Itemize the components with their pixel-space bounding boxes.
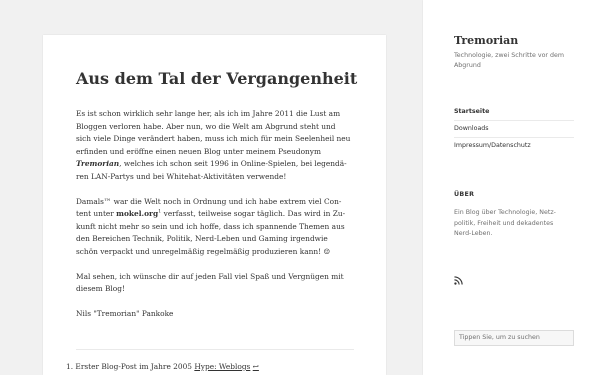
text-line: diesem Blog! <box>76 284 125 293</box>
text-line: Bloggen verloren habe. Aber nun, wo die … <box>76 121 336 131</box>
text-line: kunft nicht mehr so sein und ich hoffe, … <box>76 221 345 231</box>
footnotes-separator <box>76 349 354 350</box>
paragraph-intro: Es ist schon wirklich sehr lange her, al… <box>76 108 356 183</box>
text-line: schön verpackt und unregelmäßig regelmäß… <box>76 246 331 256</box>
footnote-text: Erster Blog-Post im Jahre 2005 <box>75 362 195 371</box>
text-line: erfinden und eröffne einen neuen Blog un… <box>76 146 321 156</box>
text-line: ren LAN-Partys und bei Whitehat-Aktivitä… <box>76 171 287 181</box>
text-line: tent unter mokel.org1 verfasst, teilweis… <box>76 208 356 221</box>
nav-item-impressum[interactable]: Impressum/Datenschutz <box>454 137 574 154</box>
post-title: Aus dem Tal der Vergangenheit <box>76 69 358 88</box>
text-line: Tremorian, welches ich schon seit 1996 i… <box>76 158 356 171</box>
text-line: Es ist schon wirklich sehr lange her, al… <box>76 109 341 118</box>
footnote-link[interactable]: Hype: Weblogs <box>194 362 250 371</box>
footnotes: 1. Erster Blog-Post im Jahre 2005 Hype: … <box>66 362 356 371</box>
paragraph-history: Damals™ war die Welt noch in Ordnung und… <box>76 196 356 259</box>
footnote-number: 1. <box>66 362 74 371</box>
text-fragment: tent unter <box>76 209 117 218</box>
text-line: den Bereichen Technik, Politik, Nerd-Leb… <box>76 234 328 243</box>
main-navigation: Startseite Downloads Impressum/Datenschu… <box>454 104 574 154</box>
return-arrow-icon[interactable]: ↩ <box>253 362 259 371</box>
paragraph-closing: Mal sehen, ich wünsche dir auf jeden Fal… <box>76 271 356 296</box>
site-title[interactable]: Tremorian <box>454 34 518 47</box>
search-input[interactable] <box>454 330 574 346</box>
post-body: Es ist schon wirklich sehr lange her, al… <box>76 108 356 333</box>
about-widget-text: Ein Blog über Technologie, Netz­politik,… <box>454 209 556 237</box>
sidebar: Tremorian Technologie, zwei Schritte vor… <box>423 0 600 375</box>
text-line: Damals™ war die Welt noch in Ordnung und… <box>76 196 342 206</box>
signature: Nils "Tremorian" Pankoke <box>76 309 174 318</box>
text-fragment: , welches ich schon seit 1996 in Online-… <box>119 159 347 168</box>
text-line: Mal sehen, ich wünsche dir auf jeden Fal… <box>76 271 344 281</box>
rss-icon[interactable] <box>454 276 463 285</box>
about-widget-title: ÜBER <box>454 191 475 198</box>
site-description: Technologie, zwei Schritte vor dem Abgru… <box>454 52 565 69</box>
text-line: sich viele Dinge verändert haben, muss i… <box>76 134 351 143</box>
mokel-link[interactable]: mokel.org <box>116 209 158 218</box>
nav-item-startseite[interactable]: Startseite <box>454 104 574 120</box>
pseudonym: Tremorian <box>76 159 120 168</box>
nav-item-downloads[interactable]: Downloads <box>454 120 574 137</box>
text-fragment: verfasst, teilweise sogar täglich. Das w… <box>161 209 346 218</box>
